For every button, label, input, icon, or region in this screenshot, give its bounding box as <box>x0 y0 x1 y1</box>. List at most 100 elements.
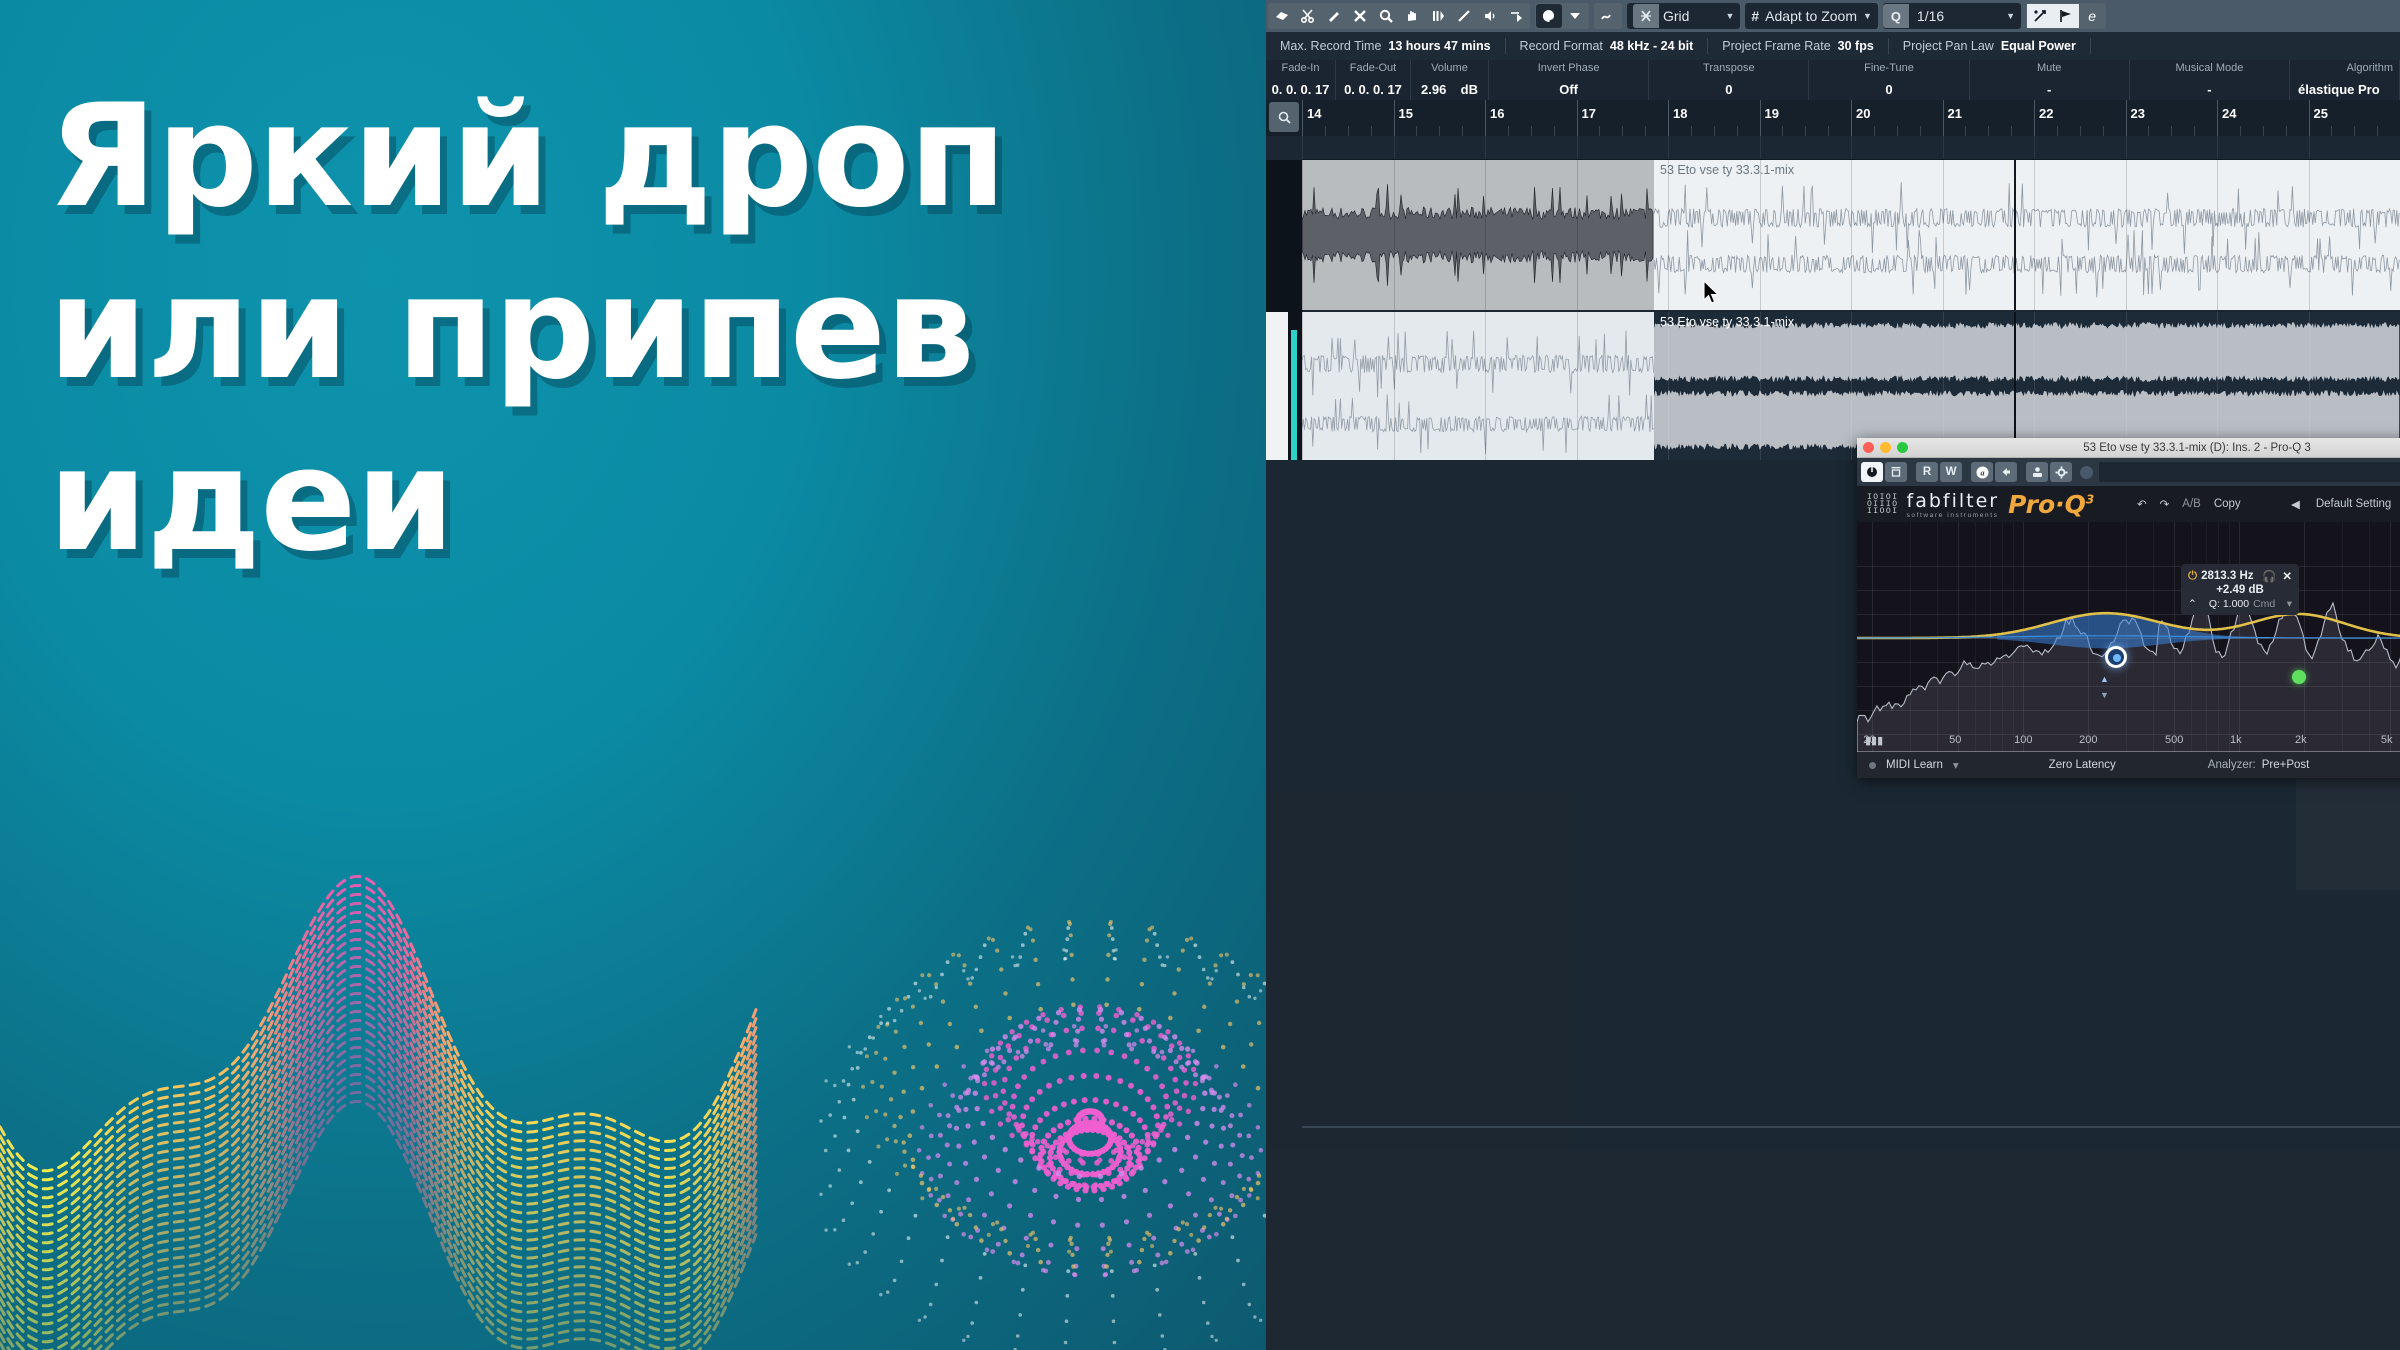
zoom-magnifier-icon[interactable] <box>1373 4 1399 28</box>
glue-tube-icon[interactable] <box>1321 4 1347 28</box>
ruler-bar-number: 20 <box>1856 106 1871 121</box>
draw-line-icon[interactable] <box>1451 4 1477 28</box>
param-musical-mode[interactable]: Musical Mode - <box>2130 60 2291 100</box>
grid-type-chevron-down-icon[interactable]: ▼ <box>1725 11 1734 21</box>
snap-group[interactable] <box>1594 3 1622 29</box>
power-icon[interactable]: ⏻ <box>2188 570 2197 583</box>
param-invert-phase[interactable]: Invert Phase Off <box>1489 60 1650 100</box>
edit-cursor[interactable] <box>2014 160 2016 310</box>
audio-clip-selected[interactable] <box>1302 160 1654 310</box>
hand-scrub-icon[interactable] <box>1399 4 1425 28</box>
gear-icon[interactable] <box>2050 462 2072 482</box>
a-circle-icon[interactable]: a <box>1971 462 1993 482</box>
audio-clip[interactable]: 53 Eto vse ty 33.3.1-mix <box>1654 160 2400 310</box>
band-up-arrow-icon[interactable]: ▲ <box>2100 674 2109 684</box>
clip-name: 53 Eto vse ty 33.3.1-mix <box>1660 315 1795 329</box>
timeline-ruler[interactable]: 14 15 16 17 18 19 20 21 22 23 24 25 <box>1302 100 2400 136</box>
quantize-preset-field[interactable]: # Adapt to Zoom ▼ <box>1745 3 1878 29</box>
video-thumbnail-panel: Яркий дроп или припев идеи <box>0 0 1266 1350</box>
latency-label[interactable]: Zero Latency <box>2049 759 2116 771</box>
band-frequency[interactable]: 2813.3 Hz <box>2201 570 2253 582</box>
clip-bar-line <box>1302 160 1303 310</box>
plugin-titlebar[interactable]: 53 Eto vse ty 33.3.1-mix (D): Ins. 2 - P… <box>1857 438 2400 458</box>
undo-icon[interactable]: ↶ <box>2137 497 2147 511</box>
param-volume[interactable]: Volume 2.96 dB <box>1411 60 1489 100</box>
e-edit-icon[interactable]: e <box>2079 4 2105 28</box>
redo-icon[interactable]: ↷ <box>2160 497 2170 511</box>
grid-type-field[interactable]: Grid ▼ <box>1627 3 1741 29</box>
project-pan-law-value[interactable]: Equal Power <box>2001 39 2090 53</box>
bell-shape-icon[interactable]: ⌃ <box>2188 598 2197 610</box>
analyzer-value[interactable]: Pre+Post <box>2262 759 2310 771</box>
write-automation-button[interactable]: W <box>1940 462 1962 482</box>
warp-arrow-icon[interactable] <box>1503 4 1529 28</box>
object-selection-icon[interactable] <box>1269 4 1295 28</box>
ruler-beat-line <box>1919 126 1921 136</box>
grid-line <box>2034 136 2035 159</box>
param-fade-in[interactable]: Fade-In 0. 0. 0. 17 <box>1266 60 1336 100</box>
comp-tool-icon[interactable] <box>1425 4 1451 28</box>
hash-icon: # <box>1751 8 1760 24</box>
midi-learn-button[interactable]: MIDI Learn <box>1886 759 1943 771</box>
erase-x-icon[interactable] <box>1347 4 1373 28</box>
project-frame-rate-value[interactable]: 30 fps <box>1838 39 1888 53</box>
warp-flag-icon[interactable] <box>2053 4 2080 28</box>
param-label: Volume <box>1431 62 1468 74</box>
midi-chevron-down-icon[interactable]: ▾ <box>1953 758 1959 772</box>
quantize-preset-label: Adapt to Zoom <box>1765 8 1857 24</box>
record-format-label: Record Format <box>1519 39 1603 53</box>
preset-name[interactable]: Default Setting <box>2316 498 2391 510</box>
read-automation-button[interactable]: R <box>1916 462 1938 482</box>
record-format-value[interactable]: 48 kHz - 24 bit <box>1610 39 1707 53</box>
horizontal-scrollbar[interactable] <box>1302 1126 2400 1128</box>
ruler-bar-number: 15 <box>1398 106 1413 121</box>
param-value: - <box>2207 82 2212 97</box>
ruler-bar-number: 24 <box>2222 106 2237 121</box>
play-speaker-icon[interactable] <box>1477 4 1503 28</box>
clip-parameter-row: Fade-In 0. 0. 0. 17 Fade-Out 0. 0. 0. 17… <box>1266 60 2400 100</box>
headphones-icon[interactable]: 🎧 <box>2262 569 2276 583</box>
ab-compare-button[interactable]: A/B <box>2182 498 2201 510</box>
power-icon[interactable] <box>1861 462 1883 482</box>
close-x-icon[interactable]: ✕ <box>2282 569 2292 583</box>
tooltip-row-frequency: ⏻ 2813.3 Hz 🎧 ✕ <box>2188 569 2292 584</box>
band-gain[interactable]: +2.49 dB <box>2188 584 2292 596</box>
ruler-bar-line <box>2125 100 2127 136</box>
copy-button[interactable]: Copy <box>2214 498 2241 510</box>
quantize-preset-chevron-down-icon[interactable]: ▼ <box>1863 11 1872 21</box>
ruler-beat-line <box>2262 126 2264 136</box>
param-label: Fine-Tune <box>1864 62 1914 74</box>
band-down-arrow-icon[interactable]: ▼ <box>2100 690 2109 700</box>
eq-band-handle[interactable] <box>2292 670 2306 684</box>
eq-freq-tick: 5k <box>2380 734 2393 746</box>
param-transpose[interactable]: Transpose 0 <box>1649 60 1810 100</box>
left-triangle-icon[interactable]: ◀ <box>2291 497 2300 511</box>
color-palette-icon[interactable] <box>1536 4 1562 28</box>
param-mute[interactable]: Mute - <box>1970 60 2130 100</box>
param-fade-out[interactable]: Fade-Out 0. 0. 0. 17 <box>1336 60 1411 100</box>
left-arrow-icon[interactable] <box>1995 462 2017 482</box>
band-q[interactable]: Q: 1.000 <box>2209 598 2249 610</box>
quantize-value-chevron-down-icon[interactable]: ▼ <box>2006 11 2015 21</box>
preset-box-icon[interactable] <box>1885 462 1907 482</box>
chevron-down-icon[interactable]: ▾ <box>2287 598 2292 610</box>
split-scissors-icon[interactable] <box>1295 4 1321 28</box>
scissors-percent-icon[interactable] <box>2027 4 2054 28</box>
color-chevron-down-icon[interactable] <box>1562 4 1588 28</box>
param-algorithm[interactable]: Algorithm élastique Pro <box>2290 60 2400 100</box>
param-fine-tune[interactable]: Fine-Tune 0 <box>1809 60 1970 100</box>
color-menu-group[interactable] <box>1535 3 1589 29</box>
ruler-zoom-magnifier-icon[interactable] <box>1269 102 1299 132</box>
ruler-beat-line <box>1645 126 1647 136</box>
grid-line <box>1485 136 1486 159</box>
audio-clip[interactable] <box>1302 312 1654 460</box>
eq-display[interactable]: +9+6+30-3-6-9-120-10-20-30-40-50-60-70-8… <box>1857 522 2400 752</box>
clip-bar-line <box>1942 160 1944 310</box>
snap-magnet-icon[interactable] <box>1595 4 1621 28</box>
band-parameter-tooltip[interactable]: ⏻ 2813.3 Hz 🎧 ✕ +2.49 dB ⌃ Q: 1.000 Cmd … <box>2181 564 2299 615</box>
side-chain-icon[interactable] <box>2026 462 2048 482</box>
project-info-line: Max. Record Time 13 hours 47 mins Record… <box>1266 32 2400 60</box>
preset-name-field[interactable] <box>2099 462 2400 482</box>
eq-band-handle-selected[interactable] <box>2105 646 2127 668</box>
quantize-value-field[interactable]: Q 1/16 ▼ <box>1882 3 2022 29</box>
